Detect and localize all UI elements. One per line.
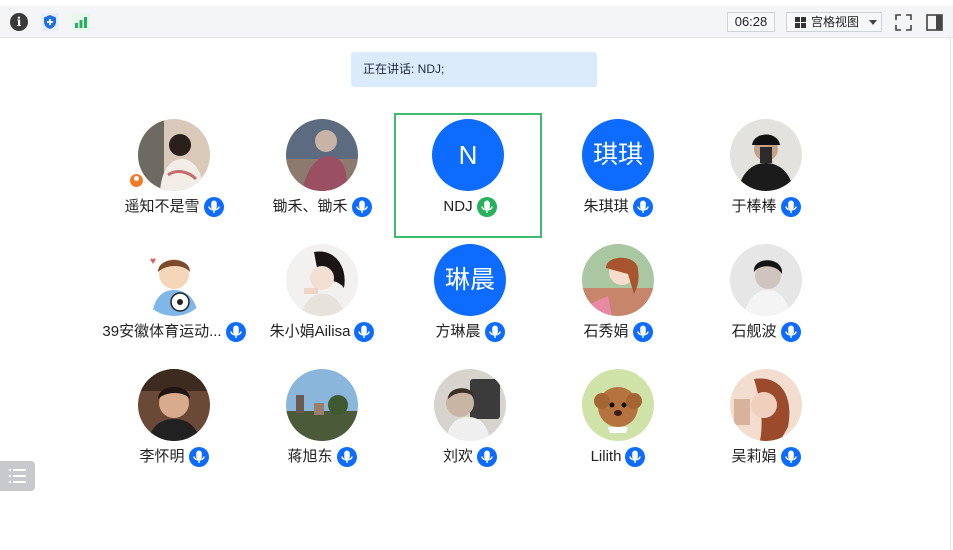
right-divider [950,38,951,550]
avatar-initials: 琳晨 [434,244,506,316]
participant-name: 蒋旭东 [287,448,333,465]
mic-icon[interactable] [477,447,497,467]
participant-name-row: 锄禾、锄禾 [248,197,396,217]
participant-tile[interactable]: 刘欢 [396,363,544,488]
mic-icon[interactable] [625,447,646,467]
avatar [138,369,210,441]
mic-icon[interactable] [780,447,801,467]
participant-name-row: 石舰波 [692,322,840,342]
grid-view-icon [795,17,806,28]
participant-name-row: 李怀明 [100,447,248,467]
participant-name: Lilith [590,448,622,465]
avatar-text: 琳晨 [444,266,495,294]
participant-name-row: 蒋旭东 [248,447,396,467]
avatar [434,369,506,441]
participant-tile[interactable]: 李怀明 [100,363,248,488]
avatar [582,244,654,316]
mic-icon[interactable] [780,322,801,342]
participant-name-row: 于棒棒 [692,197,840,217]
avatar [286,369,358,441]
participant-name: 朱琪琪 [583,198,629,215]
mic-speaking-icon[interactable] [476,197,497,217]
host-badge-icon [129,173,144,188]
participant-name-row: 朱小娟Ailisa [248,322,396,342]
participant-name: 刘欢 [442,448,473,465]
participant-tile[interactable]: ♥ 39安徽体育运动... [100,238,248,363]
participant-name: 39安徽体育运动... [102,323,222,340]
mic-icon[interactable] [354,322,375,342]
participant-tile[interactable]: Lilith [544,363,692,488]
participant-name: 方琳晨 [435,323,481,340]
avatar [730,369,802,441]
view-mode-dropdown[interactable]: 宫格视图 [786,12,882,32]
mic-icon[interactable] [632,322,653,342]
participant-name: 李怀明 [139,448,185,465]
mic-icon[interactable] [336,447,357,467]
participant-name: 锄禾、锄禾 [272,198,348,215]
participant-name-row: 朱琪琪 [544,197,692,217]
avatar-text: N [458,140,478,170]
signal-icon[interactable] [72,13,90,31]
participant-tile[interactable]: 琪琪朱琪琪 [544,113,692,238]
participant-name-row: NDJ [396,197,544,217]
side-panel-icon[interactable] [926,14,943,31]
speaker-banner: 正在讲话: NDJ; [351,52,597,87]
avatar [582,369,654,441]
participant-tile[interactable]: 石舰波 [692,238,840,363]
svg-text:♥: ♥ [150,256,156,267]
participant-name: 于棒棒 [731,198,777,215]
mic-icon[interactable] [225,322,246,342]
participant-name-row: Lilith [544,447,692,467]
avatar [286,119,358,191]
participant-tile[interactable]: 蒋旭东 [248,363,396,488]
participant-name: 遥知不是雪 [124,198,200,215]
participant-name-row: 方琳晨 [396,322,544,342]
participant-name-row: 刘欢 [396,447,544,467]
mic-icon[interactable] [188,447,209,467]
participant-name: NDJ [443,198,473,215]
info-icon[interactable]: i [10,13,28,31]
shield-icon[interactable] [41,13,59,31]
mic-icon[interactable] [632,197,653,217]
participant-tile[interactable]: N NDJ [394,113,542,238]
chevron-down-icon [869,20,877,25]
mic-icon[interactable] [484,322,505,342]
meeting-timer: 06:28 [727,12,775,32]
participant-name-row: 遥知不是雪 [100,197,248,217]
fullscreen-icon[interactable] [895,14,912,31]
mic-icon[interactable] [780,197,801,217]
participant-tile[interactable]: 吴莉娟 [692,363,840,488]
avatar [730,119,802,191]
participant-tile[interactable]: 琳晨方琳晨 [396,238,544,363]
avatar [730,244,802,316]
side-menu-handle[interactable] [0,461,35,491]
avatar [286,244,358,316]
avatar-initials: 琪琪 [582,119,654,191]
list-icon [9,469,26,483]
view-mode-label: 宫格视图 [811,15,860,29]
participant-tile[interactable]: 遥知不是雪 [100,113,248,238]
participant-name: 朱小娟Ailisa [269,323,351,340]
participant-name-row: 石秀娟 [544,322,692,342]
avatar: ♥ [138,244,210,316]
participant-tile[interactable]: 朱小娟Ailisa [248,238,396,363]
participant-name: 吴莉娟 [731,448,777,465]
participant-tile[interactable]: 于棒棒 [692,113,840,238]
mic-icon[interactable] [203,197,224,217]
participant-name: 石舰波 [731,323,777,340]
meeting-toolbar: i 06:28 宫格视图 [0,6,953,38]
mic-icon[interactable] [351,197,372,217]
participant-name-row: 吴莉娟 [692,447,840,467]
participant-tile[interactable]: 锄禾、锄禾 [248,113,396,238]
avatar-initials: N [432,119,504,191]
avatar-text: 琪琪 [592,141,643,169]
participant-tile[interactable]: 石秀娟 [544,238,692,363]
participant-name-row: 39安徽体育运动... [100,322,248,342]
avatar [138,119,210,191]
participant-name: 石秀娟 [583,323,629,340]
